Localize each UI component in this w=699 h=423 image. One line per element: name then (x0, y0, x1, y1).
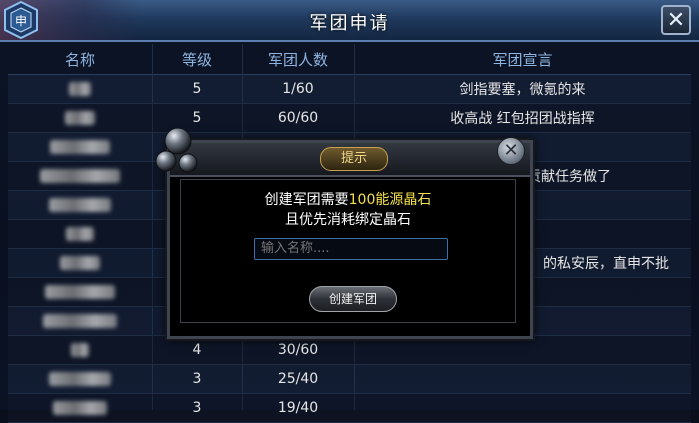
guild-name-obscured (8, 133, 152, 161)
message-line2: 且优先消耗绑定晶石 (285, 212, 411, 228)
table-row[interactable]: 4 30/60 (8, 336, 691, 365)
guild-name-obscured (8, 307, 152, 335)
header-name[interactable]: 名称 (8, 44, 152, 74)
guild-declaration: 剑指要塞，微氪的来 (459, 82, 586, 98)
guild-member-count: 25/40 (277, 371, 319, 387)
message-highlight: 100能源晶石 (348, 192, 432, 208)
guild-name-obscured (8, 220, 152, 248)
table-row[interactable]: 5 60/60 收高战 红包招团战指挥 (8, 104, 691, 133)
guild-member-count: 30/60 (277, 342, 319, 358)
guild-name-input[interactable] (254, 238, 448, 260)
header-level[interactable]: 等级 (152, 44, 242, 74)
create-guild-dialog: 提示 ✕ 创建军团需要100能源晶石 且优先消耗绑定晶石 创建军团 (155, 127, 533, 339)
table-row[interactable]: 3 19/40 (8, 394, 691, 423)
title-bar: 申 军团申请 ✕ (0, 0, 699, 42)
guild-name-obscured (8, 162, 152, 190)
guild-level: 3 (192, 371, 202, 387)
table-row[interactable]: 3 25/40 (8, 365, 691, 394)
guild-member-count: 19/40 (277, 400, 319, 416)
guild-level: 4 (192, 342, 202, 358)
dialog-body: 创建军团需要100能源晶石 且优先消耗绑定晶石 创建军团 (180, 179, 516, 323)
guild-level: 5 (192, 81, 202, 97)
guild-name-obscured (8, 104, 152, 132)
dialog-header: 提示 (170, 143, 530, 177)
dialog-title: 提示 (320, 147, 388, 171)
window-title: 军团申请 (309, 13, 390, 34)
guild-name-obscured (8, 365, 152, 393)
message-prefix: 创建军团需要 (264, 192, 349, 208)
guild-name-obscured (8, 75, 152, 103)
dialog-close-button[interactable]: ✕ (497, 137, 525, 165)
guild-member-count: 1/60 (282, 81, 314, 97)
guild-member-count: 60/60 (277, 110, 319, 126)
guild-declaration (354, 336, 691, 364)
guild-name-obscured (8, 336, 152, 364)
header-member-count[interactable]: 军团人数 (242, 44, 354, 74)
create-guild-button[interactable]: 创建军团 (309, 286, 397, 312)
guild-declaration (354, 394, 691, 422)
guild-name-obscured (8, 278, 152, 306)
header-declaration[interactable]: 军团宣言 (354, 44, 691, 74)
guild-name-obscured (8, 249, 152, 277)
table-header: 名称 等级 军团人数 军团宣言 (8, 44, 691, 75)
guild-name-obscured (8, 191, 152, 219)
guild-name-obscured (8, 394, 152, 422)
guild-declaration (354, 365, 691, 393)
guild-declaration: 收高战 红包招团战指挥 (450, 111, 595, 127)
table-row[interactable]: 5 1/60 剑指要塞，微氪的来 (8, 75, 691, 104)
window-close-button[interactable]: ✕ (661, 5, 691, 35)
guild-application-window: 申 军团申请 ✕ 名称 等级 军团人数 军团宣言 5 1/60 剑指要塞，微氪的… (0, 0, 699, 423)
guild-level: 3 (192, 400, 202, 416)
dialog-message: 创建军团需要100能源晶石 且优先消耗绑定晶石 (181, 190, 515, 230)
orb-ornament-icon (155, 127, 198, 173)
